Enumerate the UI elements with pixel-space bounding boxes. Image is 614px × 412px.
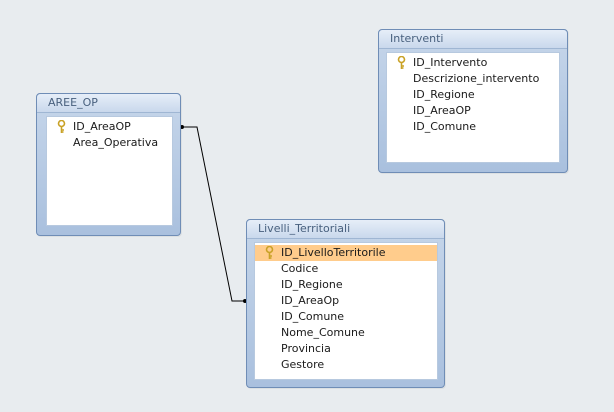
table-title[interactable]: Livelli_Territoriali bbox=[247, 220, 444, 239]
field-name: Gestore bbox=[281, 358, 325, 371]
table-window-aree-op[interactable]: AREE_OP ID_AreaOP Area_Operativa bbox=[36, 93, 181, 236]
key-icon bbox=[57, 120, 66, 134]
field-row[interactable]: Nome_Comune bbox=[255, 325, 437, 341]
field-list[interactable]: ID_LivelloTerritorile Codice ID_Regione … bbox=[254, 242, 438, 380]
field-row[interactable]: Descrizione_intervento bbox=[387, 71, 559, 87]
field-name: Descrizione_intervento bbox=[413, 72, 540, 85]
table-title[interactable]: AREE_OP bbox=[37, 94, 180, 113]
field-row[interactable]: Gestore bbox=[255, 357, 437, 373]
field-row[interactable]: ID_AreaOP bbox=[47, 119, 172, 135]
field-name: ID_AreaOp bbox=[281, 294, 340, 307]
field-name: ID_Comune bbox=[281, 310, 345, 323]
table-window-interventi[interactable]: Interventi ID_Intervento Descrizione_int… bbox=[378, 29, 568, 173]
field-row[interactable]: Area_Operativa bbox=[47, 135, 172, 151]
relationships-canvas[interactable]: AREE_OP ID_AreaOP Area_Operativa Livelli… bbox=[0, 0, 614, 412]
field-name: ID_Regione bbox=[281, 278, 343, 291]
field-list[interactable]: ID_Intervento Descrizione_intervento ID_… bbox=[386, 52, 560, 163]
field-row[interactable]: ID_Intervento bbox=[387, 55, 559, 71]
field-row[interactable]: ID_Regione bbox=[387, 87, 559, 103]
key-icon bbox=[397, 56, 406, 70]
field-name: ID_Regione bbox=[413, 88, 475, 101]
field-name: ID_LivelloTerritorile bbox=[281, 246, 386, 259]
field-list[interactable]: ID_AreaOP Area_Operativa bbox=[46, 116, 173, 226]
field-name: Nome_Comune bbox=[281, 326, 365, 339]
field-name: Provincia bbox=[281, 342, 331, 355]
field-row[interactable]: Codice bbox=[255, 261, 437, 277]
table-title[interactable]: Interventi bbox=[379, 30, 567, 49]
field-row[interactable]: ID_Comune bbox=[255, 309, 437, 325]
field-row[interactable]: ID_Regione bbox=[255, 277, 437, 293]
field-row[interactable]: Provincia bbox=[255, 341, 437, 357]
relationship-line-areaop[interactable] bbox=[182, 126, 246, 302]
key-icon bbox=[265, 246, 274, 260]
field-name: ID_AreaOP bbox=[413, 104, 471, 117]
field-name: ID_Intervento bbox=[413, 56, 488, 69]
field-row[interactable]: ID_AreaOp bbox=[255, 293, 437, 309]
field-row-selected[interactable]: ID_LivelloTerritorile bbox=[255, 245, 437, 261]
field-name: Area_Operativa bbox=[73, 136, 159, 149]
field-row[interactable]: ID_Comune bbox=[387, 119, 559, 135]
table-window-livelli-territoriali[interactable]: Livelli_Territoriali ID_LivelloTerritori… bbox=[246, 219, 445, 388]
field-name: ID_AreaOP bbox=[73, 120, 131, 133]
field-name: Codice bbox=[281, 262, 319, 275]
field-row[interactable]: ID_AreaOP bbox=[387, 103, 559, 119]
field-name: ID_Comune bbox=[413, 120, 477, 133]
